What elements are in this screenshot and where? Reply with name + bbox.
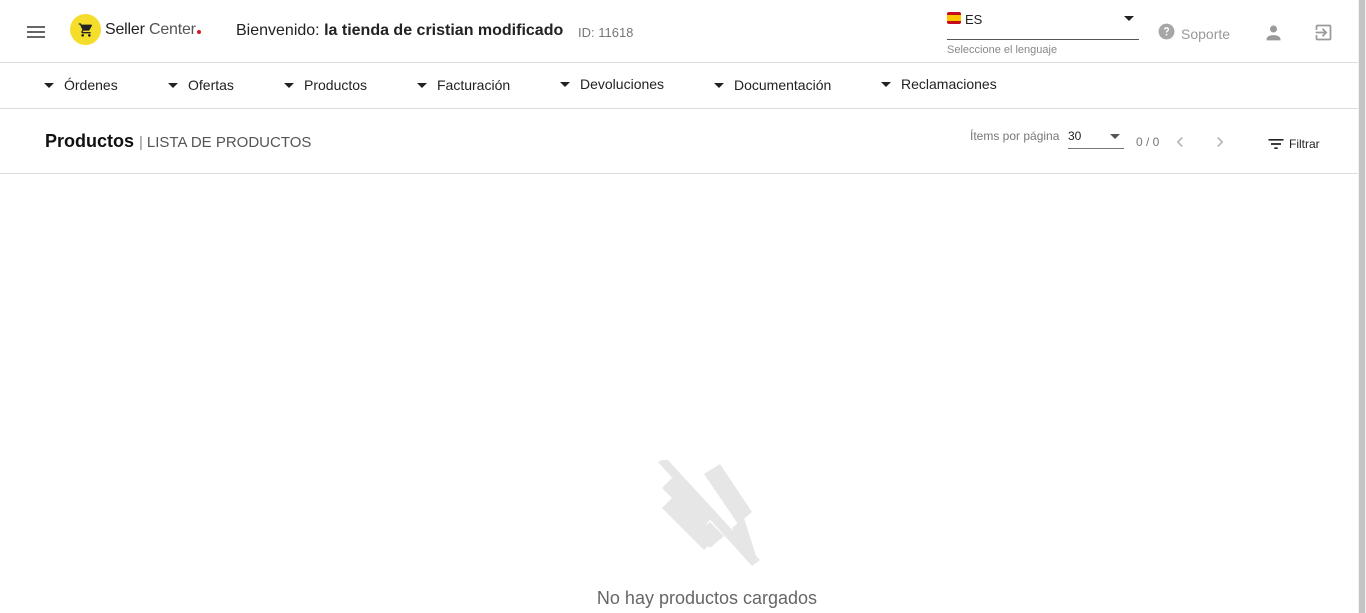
nav-item-documentacion[interactable]: Documentación (714, 77, 831, 93)
page-toolbar: Productos | LISTA DE PRODUCTOS Ítems por … (0, 110, 1358, 174)
spain-flag-icon (947, 12, 961, 24)
filter-button[interactable]: Filtrar (1266, 134, 1320, 154)
previous-page-button[interactable] (1170, 132, 1190, 157)
filter-list-icon (1268, 139, 1284, 149)
nav-item-ofertas[interactable]: Ofertas (168, 77, 234, 93)
chevron-down-icon (1124, 16, 1134, 21)
brand-name: Seller Center (105, 21, 201, 39)
chevron-left-icon (1176, 137, 1183, 147)
store-name: la tienda de cristian modificado (324, 22, 564, 39)
caret-down-icon (284, 82, 294, 88)
language-hint: Seleccione el lenguaje (947, 44, 1058, 56)
seller-center-logo[interactable]: Seller Center (70, 14, 201, 45)
caret-down-icon (44, 82, 54, 88)
no-products-icon (652, 458, 762, 575)
cart-icon (70, 14, 101, 45)
chevron-right-icon (1217, 137, 1224, 147)
store-id: ID: 11618 (578, 25, 634, 40)
page-subtitle: | LISTA DE PRODUCTOS (139, 134, 312, 151)
support-button[interactable]: Soporte (1157, 22, 1230, 46)
main-nav: Órdenes Ofertas Productos Facturación De… (0, 64, 1358, 109)
top-header: Seller Center Bienvenido: la tienda de c… (0, 0, 1358, 63)
empty-state-message: No hay productos cargados (596, 588, 818, 608)
nav-item-ordenes[interactable]: Órdenes (44, 77, 118, 93)
brand-dot (196, 29, 201, 34)
support-label: Soporte (1181, 26, 1231, 42)
nav-item-reclamaciones[interactable]: Reclamaciones (881, 76, 997, 92)
chevron-down-icon (1110, 134, 1120, 139)
vertical-scrollbar[interactable] (1358, 0, 1366, 613)
caret-down-icon (560, 81, 570, 87)
language-select[interactable]: ES (947, 9, 1139, 40)
user-account-icon[interactable] (1263, 22, 1284, 48)
scrollbar-thumb[interactable] (1359, 0, 1365, 613)
welcome-text: Bienvenido: la tienda de cristian modifi… (236, 22, 564, 39)
hamburger-menu-icon[interactable] (24, 20, 48, 44)
items-per-page-select[interactable]: 30 (1068, 127, 1124, 149)
page-title: Productos (45, 131, 135, 151)
language-code: ES (965, 12, 983, 27)
logout-icon[interactable] (1313, 22, 1334, 48)
caret-down-icon (168, 82, 178, 88)
caret-down-icon (881, 81, 891, 87)
items-per-page-label: Ítems por página (970, 129, 1060, 143)
nav-item-devoluciones[interactable]: Devoluciones (560, 76, 664, 92)
nav-item-facturacion[interactable]: Facturación (417, 77, 510, 93)
next-page-button[interactable] (1210, 132, 1230, 157)
help-icon (1157, 22, 1176, 46)
caret-down-icon (417, 82, 427, 88)
nav-item-productos[interactable]: Productos (284, 77, 367, 93)
caret-down-icon (714, 82, 724, 88)
pagination-range: 0 / 0 (1136, 135, 1160, 149)
